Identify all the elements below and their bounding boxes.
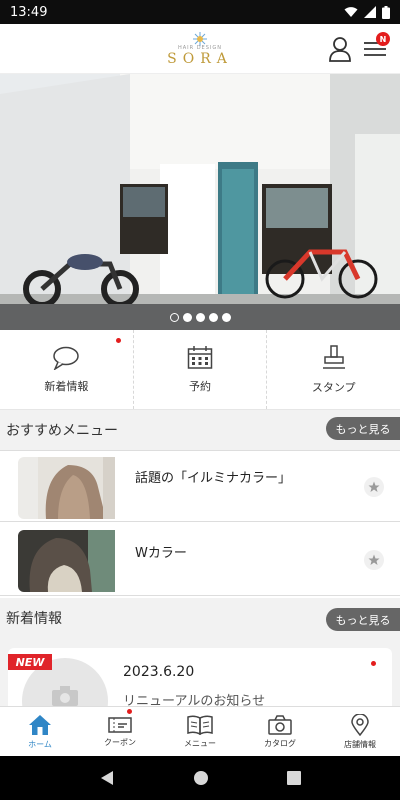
quick-reserve-label: 予約 [189, 379, 211, 393]
status-time: 13:49 [10, 4, 48, 20]
recents-icon[interactable] [287, 771, 301, 785]
quick-menu: 新着情報 予約 スタンプ [0, 330, 400, 410]
bottom-tab-bar: ホーム クーポン メニュー カタログ 店舗情報 [0, 706, 400, 756]
camera-placeholder-icon [52, 686, 78, 706]
user-account-icon[interactable] [328, 36, 352, 62]
recommended-more-button[interactable]: もっと見る [326, 417, 400, 440]
favorite-star-button[interactable] [364, 477, 384, 497]
speech-bubble-icon [53, 346, 80, 370]
news-more-button[interactable]: もっと見る [326, 608, 400, 631]
home-icon [29, 714, 51, 735]
battery-icon [382, 5, 390, 19]
news-list: NEW 2023.6.20 リニューアルのお知らせ [0, 638, 400, 706]
tab-coupon[interactable]: クーポン [80, 707, 160, 756]
tab-menu[interactable]: メニュー [160, 707, 240, 756]
tab-coupon-label: クーポン [104, 737, 136, 747]
sun-logo-icon [192, 31, 207, 46]
star-icon [368, 481, 380, 492]
home-circle-icon[interactable] [193, 770, 209, 786]
menu-item-card[interactable]: Wカラー [0, 524, 400, 596]
back-icon[interactable] [99, 770, 115, 786]
tab-store-info-label: 店舗情報 [344, 739, 376, 749]
tab-home[interactable]: ホーム [0, 707, 80, 756]
carousel-dot[interactable] [221, 312, 231, 322]
logo-subtitle: HAIR DESIGN [177, 44, 222, 51]
tab-catalog-label: カタログ [264, 738, 296, 748]
new-badge: NEW [8, 654, 52, 670]
menu-item-thumbnail [18, 457, 115, 519]
calendar-icon [187, 345, 213, 369]
recommended-section-header: おすすめメニュー もっと見る [0, 410, 400, 450]
logo-brand: SORA [167, 50, 233, 67]
unread-dot [371, 661, 376, 666]
salon-logo: HAIR DESIGN SORA [167, 31, 233, 67]
unread-dot [115, 338, 121, 343]
carousel-dot[interactable] [182, 312, 192, 322]
signal-icon [364, 6, 376, 18]
quick-stamp[interactable]: スタンプ [266, 330, 400, 409]
carousel-dot[interactable] [169, 312, 179, 322]
quick-stamp-label: スタンプ [311, 380, 356, 394]
app-header: HAIR DESIGN SORA N [0, 24, 400, 74]
quick-reserve[interactable]: 予約 [132, 330, 267, 409]
news-section-title: 新着情報 [6, 611, 62, 627]
tab-home-label: ホーム [28, 739, 52, 749]
recommended-title: おすすめメニュー [6, 423, 118, 439]
menu-item-title: Wカラー [135, 546, 187, 561]
quick-news-label: 新着情報 [44, 379, 89, 393]
tab-catalog[interactable]: カタログ [240, 707, 320, 756]
favorite-star-button[interactable] [364, 550, 384, 570]
news-date: 2023.6.20 [123, 664, 195, 680]
system-nav-bar [0, 756, 400, 800]
tab-store-info[interactable]: 店舗情報 [320, 707, 400, 756]
location-pin-icon [351, 713, 369, 736]
tab-menu-label: メニュー [184, 738, 216, 748]
star-icon [368, 554, 380, 565]
news-section-header: 新着情報 もっと見る [0, 598, 400, 638]
unread-dot [127, 709, 132, 714]
camera-icon [268, 714, 292, 735]
news-card[interactable]: NEW 2023.6.20 リニューアルのお知らせ [8, 648, 392, 706]
carousel-dot[interactable] [195, 312, 205, 322]
wifi-icon [344, 7, 358, 17]
coupon-icon [108, 716, 132, 733]
news-title: リニューアルのお知らせ [123, 694, 266, 706]
book-icon [187, 714, 213, 735]
menu-item-card[interactable]: 話題の「イルミナカラー」 [0, 450, 400, 522]
menu-item-thumbnail [18, 530, 115, 592]
carousel-indicator [0, 304, 400, 330]
hero-carousel[interactable] [0, 74, 400, 330]
carousel-dot[interactable] [208, 312, 218, 322]
stamp-icon [322, 344, 345, 369]
quick-news[interactable]: 新着情報 [0, 330, 133, 409]
hero-image [0, 74, 400, 308]
notification-badge: N [376, 32, 390, 46]
menu-item-title: 話題の「イルミナカラー」 [135, 471, 292, 486]
status-bar: 13:49 [0, 0, 400, 24]
